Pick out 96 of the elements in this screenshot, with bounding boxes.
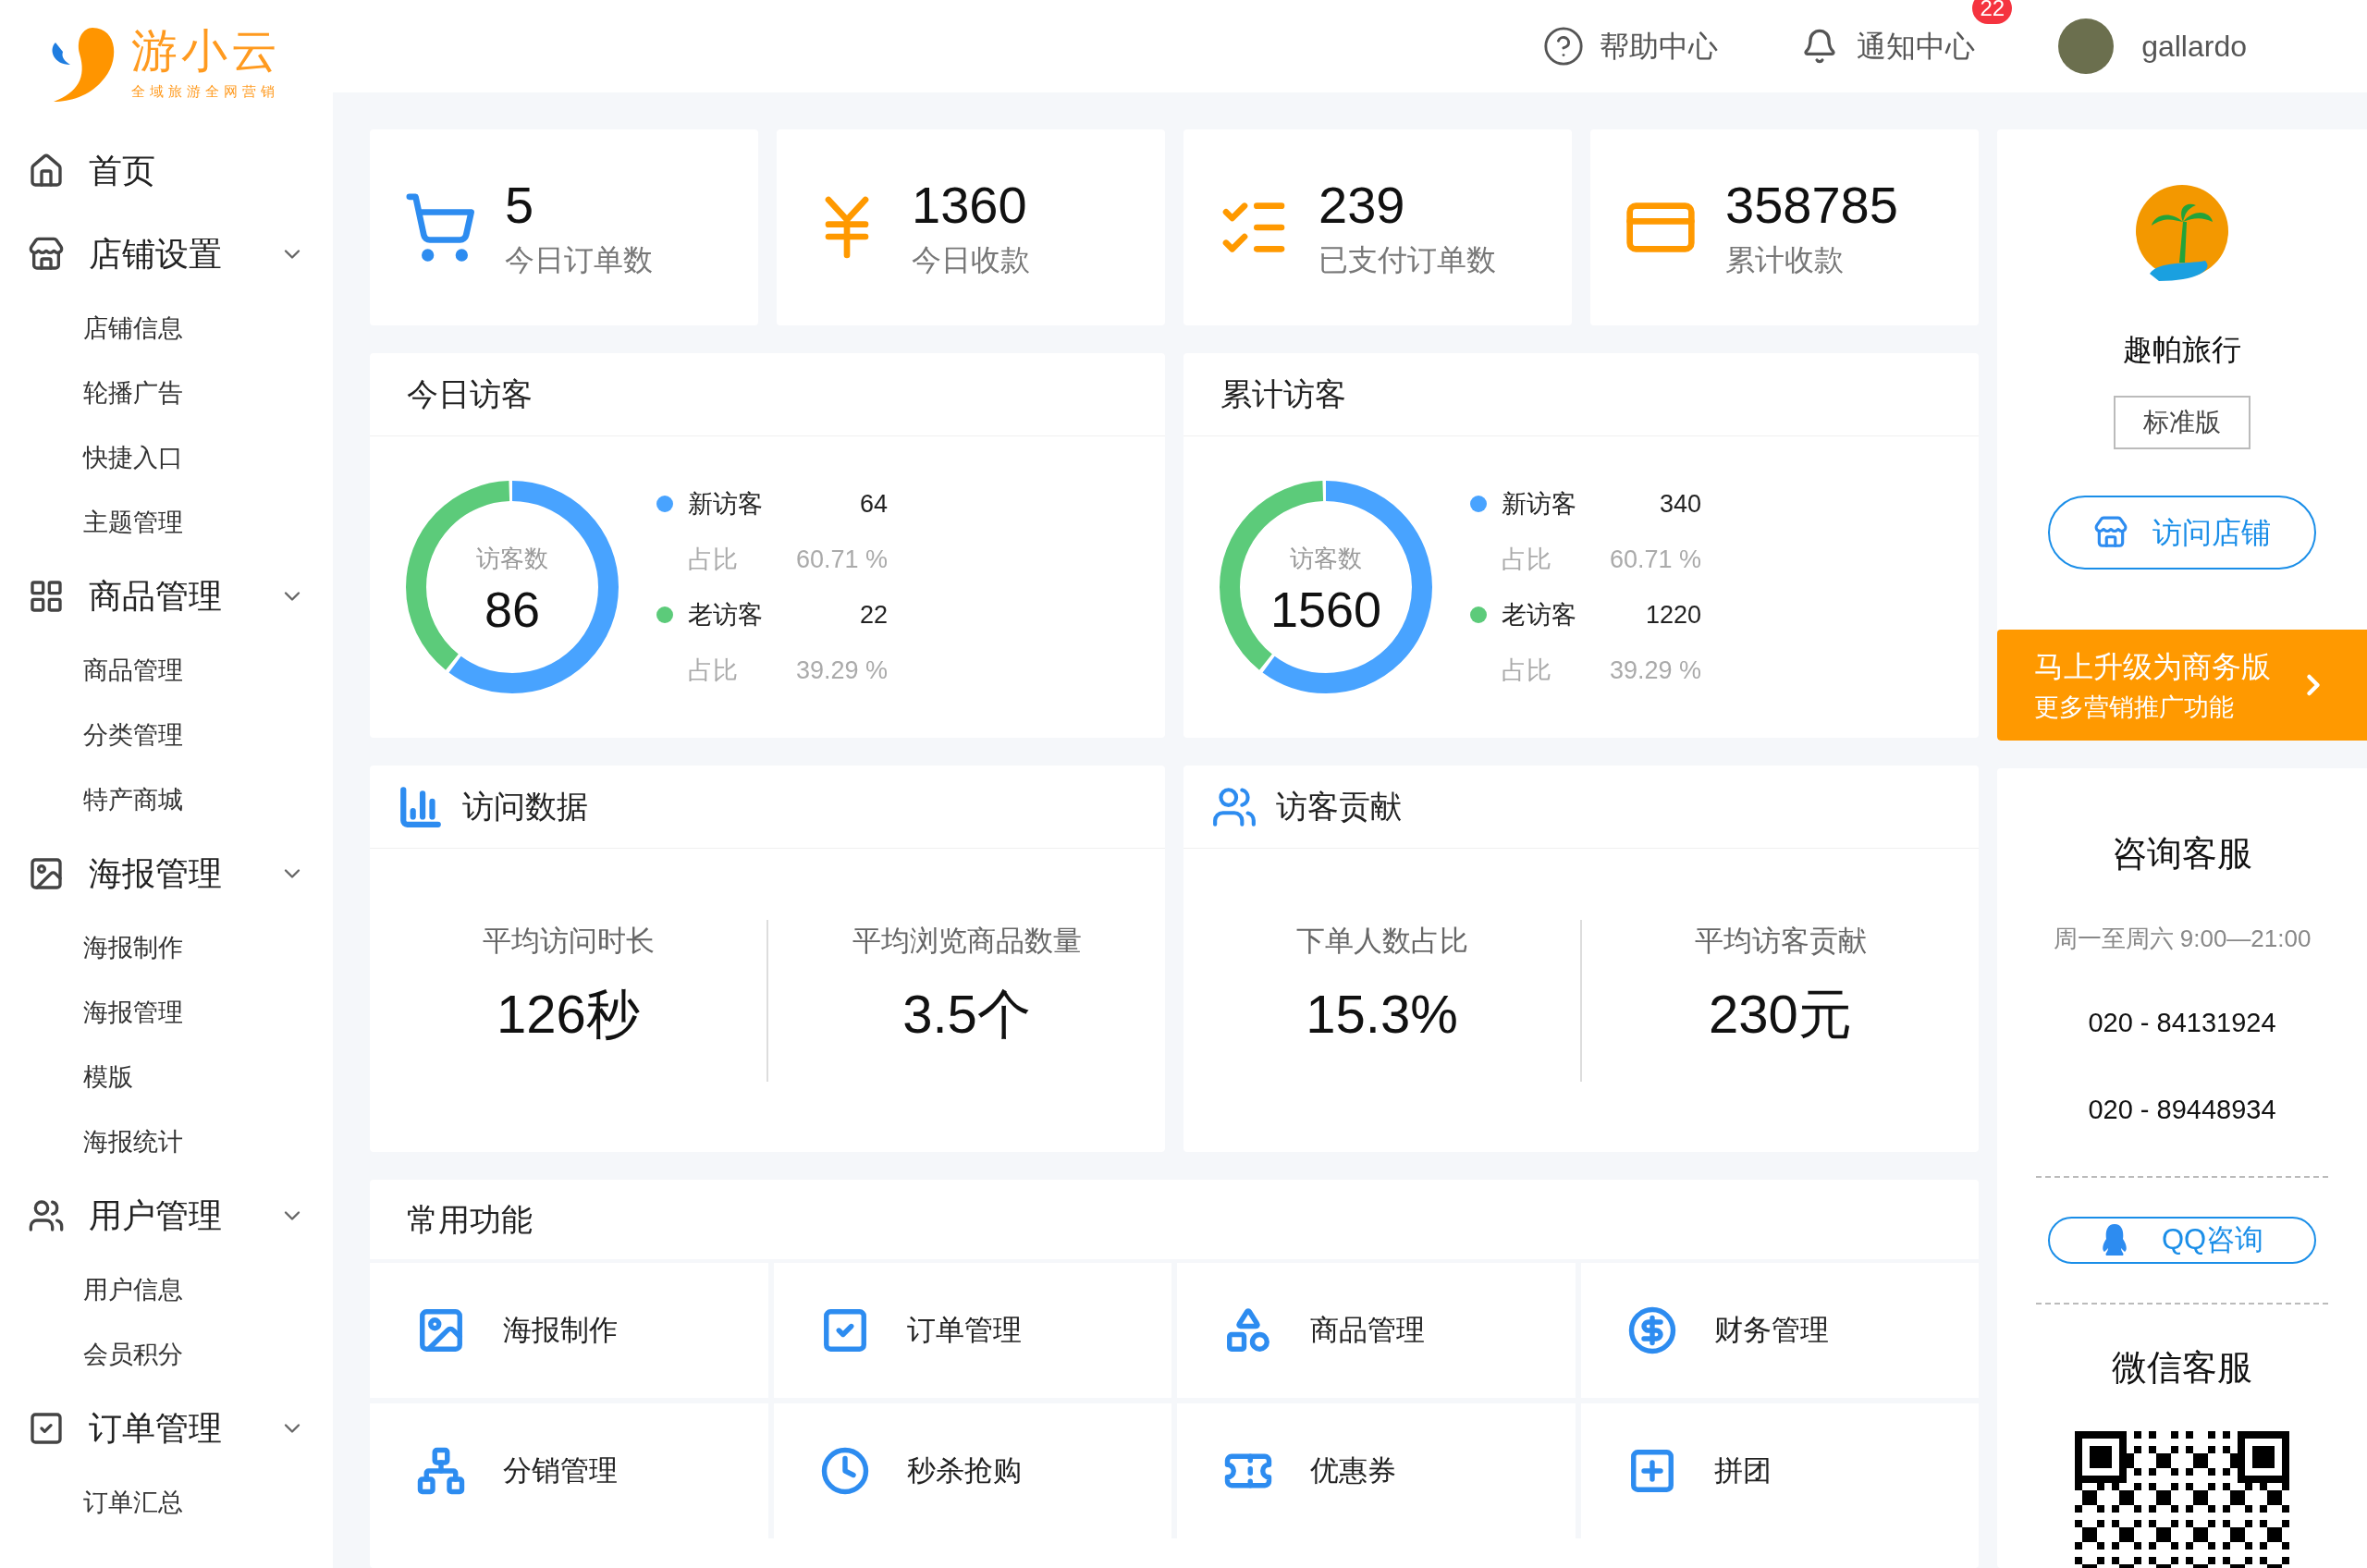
legend-name: 新访客 bbox=[688, 488, 764, 520]
legend-name: 老访客 bbox=[688, 599, 764, 631]
share-label: 占比 bbox=[1502, 655, 1552, 686]
sidebar-subitem[interactable]: 主题管理 bbox=[0, 490, 333, 555]
stat-label: 今日订单数 bbox=[505, 242, 653, 278]
stat-value: 5 bbox=[505, 175, 535, 236]
notification-badge: 22 bbox=[1972, 0, 2013, 24]
sidebar-subitem[interactable]: 订单汇总 bbox=[0, 1470, 333, 1535]
network-icon bbox=[416, 1446, 466, 1496]
clock-icon bbox=[819, 1446, 870, 1496]
sidebar-subitem[interactable]: 模版 bbox=[0, 1045, 333, 1109]
sidebar-subitem[interactable]: 分类管理 bbox=[0, 703, 333, 767]
share-label: 占比 bbox=[1502, 544, 1552, 575]
share-label: 占比 bbox=[688, 655, 739, 686]
share-label: 占比 bbox=[688, 544, 739, 575]
logo-name: 游小云 bbox=[131, 27, 281, 74]
function-tile[interactable]: 秒杀抢购 bbox=[773, 1403, 1171, 1538]
home-icon bbox=[28, 153, 65, 190]
function-tile[interactable]: 订单管理 bbox=[773, 1263, 1171, 1398]
wechat-title: 微信客服 bbox=[2112, 1346, 2252, 1389]
sidebar-subitem[interactable]: 特产商城 bbox=[0, 767, 333, 832]
sidebar-subitem[interactable]: 店铺信息 bbox=[0, 296, 333, 361]
stat-label: 累计收款 bbox=[1725, 242, 1845, 278]
legend-value: 340 bbox=[1659, 488, 1701, 520]
help-link[interactable]: 帮助中心 bbox=[1542, 24, 1719, 68]
sidebar-item[interactable]: 海报管理 bbox=[0, 832, 333, 915]
sidebar-subitem[interactable]: 快捷入口 bbox=[0, 425, 333, 490]
grid-icon bbox=[28, 578, 65, 615]
sidebar-subitem[interactable]: 轮播广告 bbox=[0, 361, 333, 425]
legend-value: 64 bbox=[859, 488, 888, 520]
sidebar-subitem[interactable]: 海报制作 bbox=[0, 915, 333, 980]
stat-value: 1360 bbox=[912, 175, 1028, 236]
donut-value: 86 bbox=[484, 583, 541, 634]
help-icon bbox=[1542, 25, 1586, 67]
sidebar-subitem[interactable]: 海报统计 bbox=[0, 1109, 333, 1174]
upgrade-subtitle: 更多营销推广功能 bbox=[2034, 692, 2235, 723]
legend-name: 新访客 bbox=[1502, 488, 1577, 520]
card-title: 访客贡献 bbox=[1276, 788, 1402, 826]
metric-label: 下单人数占比 bbox=[1295, 923, 1468, 959]
function-tile[interactable]: 分销管理 bbox=[370, 1403, 768, 1538]
checkbox-icon bbox=[28, 1410, 65, 1447]
phone-number: 020 - 84131924 bbox=[2088, 1007, 2276, 1039]
function-tile[interactable]: 海报制作 bbox=[370, 1263, 768, 1398]
stat-value: 358785 bbox=[1725, 175, 1898, 236]
stat-value: 239 bbox=[1318, 175, 1406, 236]
dollar-icon bbox=[1626, 1305, 1677, 1355]
function-tile[interactable]: 商品管理 bbox=[1177, 1263, 1576, 1398]
function-tile[interactable]: 优惠券 bbox=[1177, 1403, 1576, 1538]
legend-value: 1220 bbox=[1645, 599, 1701, 631]
sidebar-item[interactable]: 用户管理 bbox=[0, 1174, 333, 1257]
penguin-icon bbox=[2100, 1222, 2128, 1258]
metric-value: 126秒 bbox=[497, 982, 640, 1046]
store-icon bbox=[28, 236, 65, 273]
stat-label: 今日收款 bbox=[912, 242, 1030, 278]
share-value: 39.29 % bbox=[795, 655, 888, 686]
share-value: 60.71 % bbox=[1609, 544, 1701, 575]
sidebar-item[interactable]: 店铺设置 bbox=[0, 213, 333, 296]
sidebar-item[interactable]: 订单管理 bbox=[0, 1387, 333, 1470]
donut-value: 1560 bbox=[1269, 583, 1382, 634]
card-title: 今日访客 bbox=[407, 375, 533, 413]
metric-value: 3.5个 bbox=[902, 982, 1031, 1046]
share-value: 39.29 % bbox=[1609, 655, 1701, 686]
edition-tag: 标准版 bbox=[2114, 396, 2250, 449]
donut-label: 访客数 bbox=[1290, 543, 1362, 574]
sidebar-subitem[interactable]: 海报管理 bbox=[0, 980, 333, 1045]
card-title: 访问数据 bbox=[462, 788, 588, 826]
stat-label: 已支付订单数 bbox=[1318, 242, 1496, 278]
shop-name: 趣帕旅行 bbox=[2123, 332, 2241, 368]
support-title: 咨询客服 bbox=[2112, 833, 2252, 875]
metric-label: 平均访问时长 bbox=[482, 923, 655, 959]
legend-name: 老访客 bbox=[1502, 599, 1577, 631]
store-icon bbox=[2093, 515, 2128, 550]
sidebar-subitem[interactable]: 会员积分 bbox=[0, 1322, 333, 1387]
upgrade-title: 马上升级为商务版 bbox=[2034, 648, 2272, 685]
image-icon bbox=[28, 855, 65, 892]
service-hours: 周一至周六 9:00—21:00 bbox=[2053, 924, 2312, 954]
users-icon bbox=[28, 1197, 65, 1234]
sidebar-item[interactable]: 商品管理 bbox=[0, 555, 333, 638]
legend-value: 22 bbox=[859, 599, 888, 631]
donut-label: 访客数 bbox=[476, 543, 548, 574]
card-title: 常用功能 bbox=[407, 1200, 533, 1239]
metric-value: 15.3% bbox=[1306, 982, 1458, 1046]
sidebar-subitem[interactable]: 用户信息 bbox=[0, 1257, 333, 1322]
metric-label: 平均浏览商品数量 bbox=[852, 923, 1082, 959]
share-value: 60.71 % bbox=[795, 544, 888, 575]
user-name[interactable]: gallardo bbox=[2141, 24, 2247, 68]
card-title: 累计访客 bbox=[1220, 375, 1346, 413]
function-tile[interactable]: 拼团 bbox=[1580, 1403, 1979, 1538]
notification-link[interactable]: 通知中心 bbox=[1801, 24, 1976, 68]
metric-label: 平均访客贡献 bbox=[1694, 923, 1867, 959]
metric-value: 230元 bbox=[1709, 982, 1852, 1046]
function-tile[interactable]: 财务管理 bbox=[1580, 1263, 1979, 1398]
sidebar-subitem[interactable]: 商品管理 bbox=[0, 638, 333, 703]
sidebar-item[interactable]: 首页 bbox=[0, 129, 333, 213]
logo-slogan: 全域旅游全网营销 bbox=[131, 81, 280, 101]
phone-number: 020 - 89448934 bbox=[2088, 1093, 2276, 1126]
